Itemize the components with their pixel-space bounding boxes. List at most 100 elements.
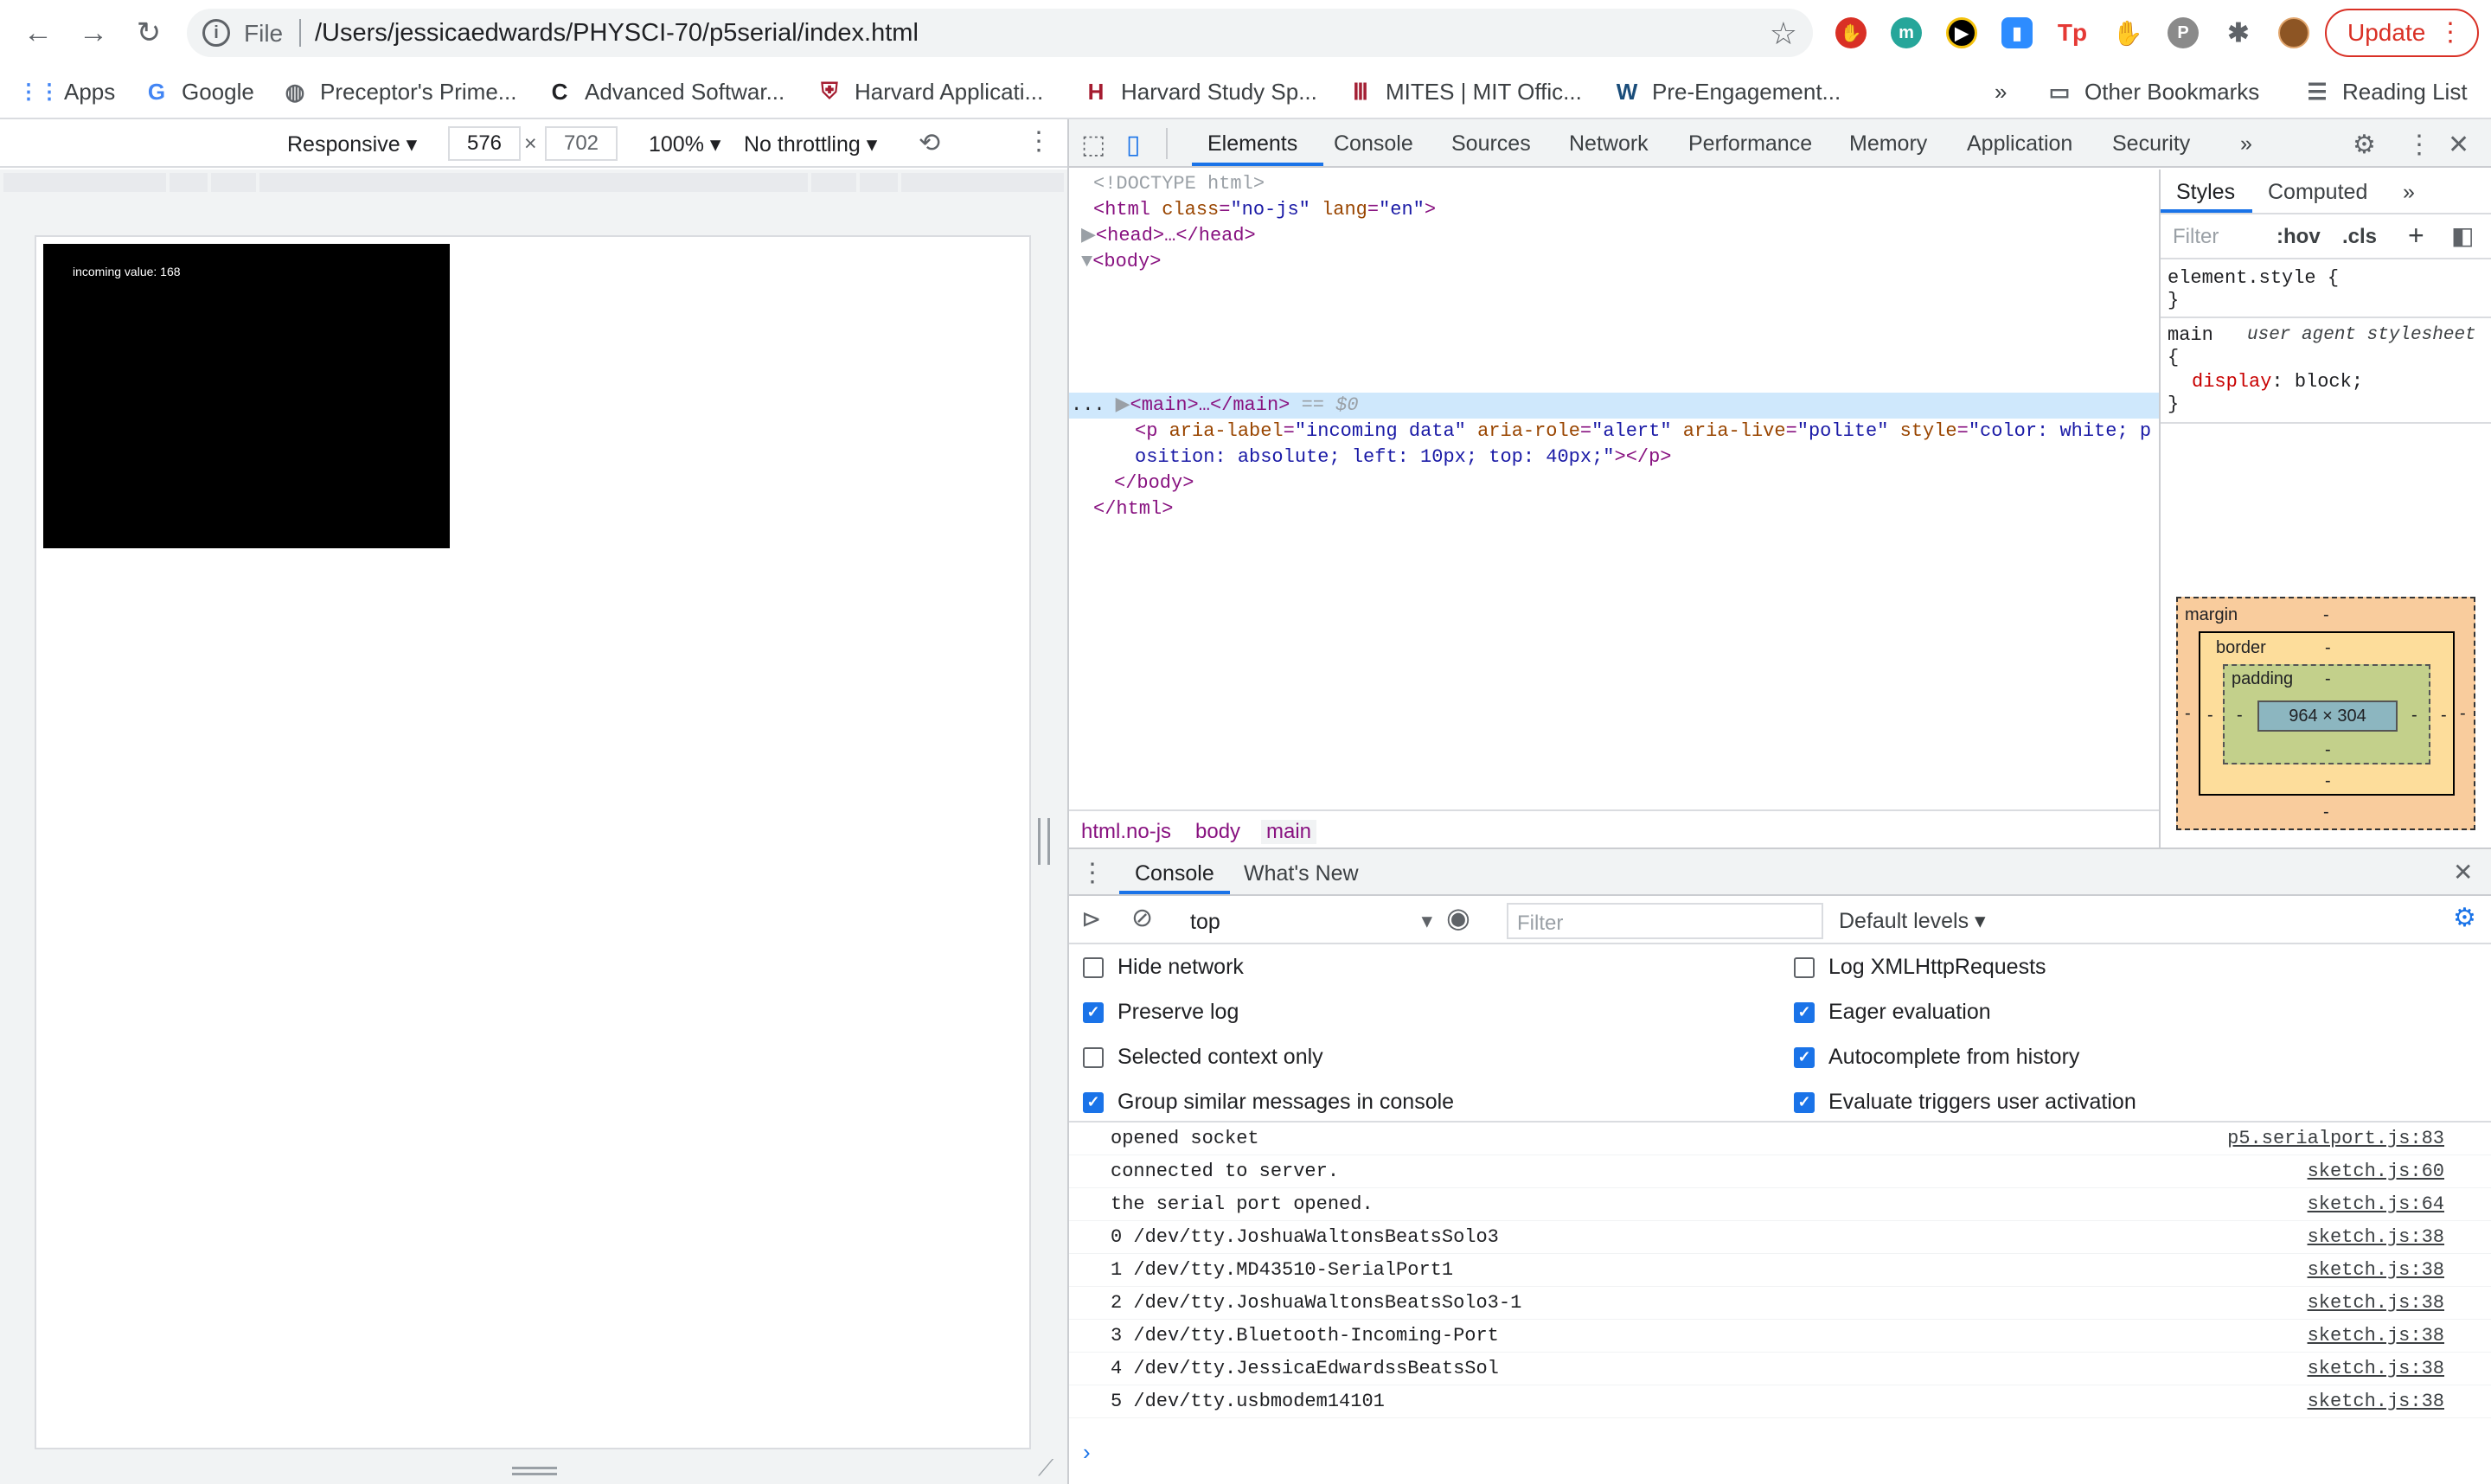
breadcrumb-html[interactable]: html.no-js [1081,820,1171,844]
main-rule-selector[interactable]: main [2168,323,2213,348]
margin-top-value[interactable]: - [2323,605,2329,625]
extensions-puzzle-icon[interactable]: ✱ [2223,17,2254,48]
extension-m-icon[interactable]: m [1891,17,1922,48]
border-top-value[interactable]: - [2325,638,2331,658]
tab-application[interactable]: Application [1967,131,2072,157]
bookmark-pre-engagement[interactable]: W Pre-Engagement... [1614,76,1841,107]
breadcrumb-main[interactable]: main [1261,820,1317,844]
extension-pinterest-icon[interactable]: P [2168,17,2199,48]
extension-play-icon[interactable]: ▶ [1946,17,1977,48]
extension-adblock-icon[interactable]: ✋ [1835,17,1867,48]
close-devtools-icon[interactable]: ✕ [2448,130,2469,160]
ruler-segment[interactable] [3,173,166,192]
padding-top-value[interactable]: - [2325,669,2331,689]
bookmark-other[interactable]: ▭ Other Bookmarks [2046,76,2260,107]
option-log-xhr[interactable]: Log XMLHttpRequests [1794,955,2046,980]
drawer-tab-whats-new[interactable]: What's New [1244,861,1359,886]
log-source-link[interactable]: sketch.js:38 [2308,1391,2444,1412]
option-hide-network[interactable]: Hide network [1083,955,1244,980]
dom-body-open[interactable]: ▼<body> [1081,249,1161,275]
update-button[interactable]: Update ⋮ [2325,9,2479,57]
reading-list[interactable]: ☰ Reading List [2304,76,2467,107]
media-query-ruler[interactable] [0,170,1067,195]
add-rule-icon[interactable]: + [2408,220,2424,252]
extension-tp-icon[interactable]: Tp [2057,17,2088,48]
ruler-segment[interactable] [811,173,856,192]
forward-arrow-icon[interactable]: → [73,12,114,54]
extension-zoom-icon[interactable]: ▮ [2001,17,2033,48]
dom-doctype[interactable]: <!DOCTYPE html> [1093,171,1265,197]
checkbox-preserve-log[interactable]: ✓ [1083,1001,1104,1023]
toggle-sidebar-icon[interactable]: ◧ [2451,221,2474,250]
checkbox-group-similar[interactable]: ✓ [1083,1091,1104,1113]
tabs-overflow[interactable]: » [2240,131,2252,157]
ruler-segment[interactable] [860,173,898,192]
p5-canvas[interactable]: incoming value: 168 [43,244,450,548]
dom-p-line1[interactable]: <p aria-label="incoming data" aria-role=… [1135,419,2151,445]
option-group-similar[interactable]: ✓ Group similar messages in console [1083,1090,1454,1115]
settings-gear-icon[interactable]: ⚙ [2353,130,2376,160]
device-mode-select[interactable]: Responsive ▾ [287,131,417,157]
checkbox-hide-network[interactable] [1083,956,1104,978]
log-source-link[interactable]: sketch.js:60 [2308,1161,2444,1182]
bookmarks-overflow[interactable]: » [1995,76,2007,107]
dom-p-line2[interactable]: osition: absolute; left: 10px; top: 40px… [1135,445,1672,470]
dom-html-open[interactable]: <html class="no-js" lang="en"> [1093,197,1436,223]
console-prompt[interactable]: › [1083,1439,1091,1466]
border-bottom-value[interactable]: - [2325,771,2331,791]
option-eager-evaluation[interactable]: ✓ Eager evaluation [1794,1000,1991,1025]
rotate-icon[interactable]: ⟲ [919,128,940,158]
margin-right-value[interactable]: - [2460,704,2466,724]
expand-triangle-icon[interactable]: ▶ [1081,225,1096,246]
bookmark-mites[interactable]: Ⅲ MITES | MIT Offic... [1348,76,1582,107]
checkbox-log-xhr[interactable] [1794,956,1815,978]
inspect-element-icon[interactable]: ⬚ [1081,130,1105,160]
checkbox-autocomplete-history[interactable]: ✓ [1794,1046,1815,1068]
tab-computed[interactable]: Computed [2268,180,2367,205]
checkbox-selected-context[interactable] [1083,1046,1104,1068]
address-bar[interactable]: i File /Users/jessicaedwards/PHYSCI-70/p… [187,9,1813,57]
hov-toggle[interactable]: :hov [2276,225,2321,249]
log-source-link[interactable]: sketch.js:38 [2308,1259,2444,1281]
log-source-link[interactable]: sketch.js:38 [2308,1226,2444,1248]
display-declaration[interactable]: display: block; [2192,370,2363,394]
throttling-select[interactable]: No throttling ▾ [744,131,877,157]
resize-handle-bottom[interactable] [512,1467,557,1475]
option-selected-context-only[interactable]: Selected context only [1083,1045,1323,1070]
breadcrumb-body[interactable]: body [1195,820,1240,844]
profile-avatar[interactable] [2278,17,2309,48]
bookmark-preceptor[interactable]: ◍ Preceptor's Prime... [282,76,517,107]
bookmark-harvard-study[interactable]: H Harvard Study Sp... [1083,76,1317,107]
ruler-segment[interactable] [901,173,1064,192]
log-levels-select[interactable]: Default levels ▾ [1839,908,1986,934]
bookmark-harvard-application[interactable]: ⛨ Harvard Applicati... [816,76,1043,107]
info-icon[interactable]: i [202,19,230,47]
ruler-segment[interactable] [211,173,256,192]
extension-hand-icon[interactable]: ✋ [2112,17,2143,48]
resize-handle-right[interactable] [1038,818,1050,865]
ruler-segment[interactable] [259,173,808,192]
dom-main[interactable]: ... ▶<main>…</main> == $0 [1069,393,1359,419]
option-evaluate-triggers[interactable]: ✓ Evaluate triggers user activation [1794,1090,2136,1115]
padding-right-value[interactable]: - [2411,706,2417,726]
drawer-tab-console[interactable]: Console [1135,861,1214,886]
border-right-value[interactable]: - [2441,706,2447,726]
live-expression-eye-icon[interactable]: ◉ [1446,901,1470,934]
element-style-rule[interactable]: element.style { [2168,266,2339,291]
box-model-content-size[interactable]: 964 × 304 [2257,700,2398,732]
bookmark-apps[interactable]: ⋮⋮ Apps [18,76,115,107]
reload-icon[interactable]: ↻ [128,12,170,54]
option-preserve-log[interactable]: ✓ Preserve log [1083,1000,1239,1025]
tab-performance[interactable]: Performance [1688,131,1812,157]
dom-html-close[interactable]: </html> [1093,496,1173,522]
margin-left-value[interactable]: - [2185,704,2191,724]
tab-network[interactable]: Network [1569,131,1649,157]
tab-styles[interactable]: Styles [2176,180,2235,205]
checkbox-eager-evaluation[interactable]: ✓ [1794,1001,1815,1023]
drawer-menu-dots-icon[interactable]: ⋮ [1079,858,1105,888]
tab-console[interactable]: Console [1334,131,1413,157]
tab-memory[interactable]: Memory [1849,131,1927,157]
log-source-link[interactable]: p5.serialport.js:83 [2227,1128,2444,1149]
styles-filter-input[interactable]: Filter [2173,225,2219,249]
margin-bottom-value[interactable]: - [2323,803,2329,822]
